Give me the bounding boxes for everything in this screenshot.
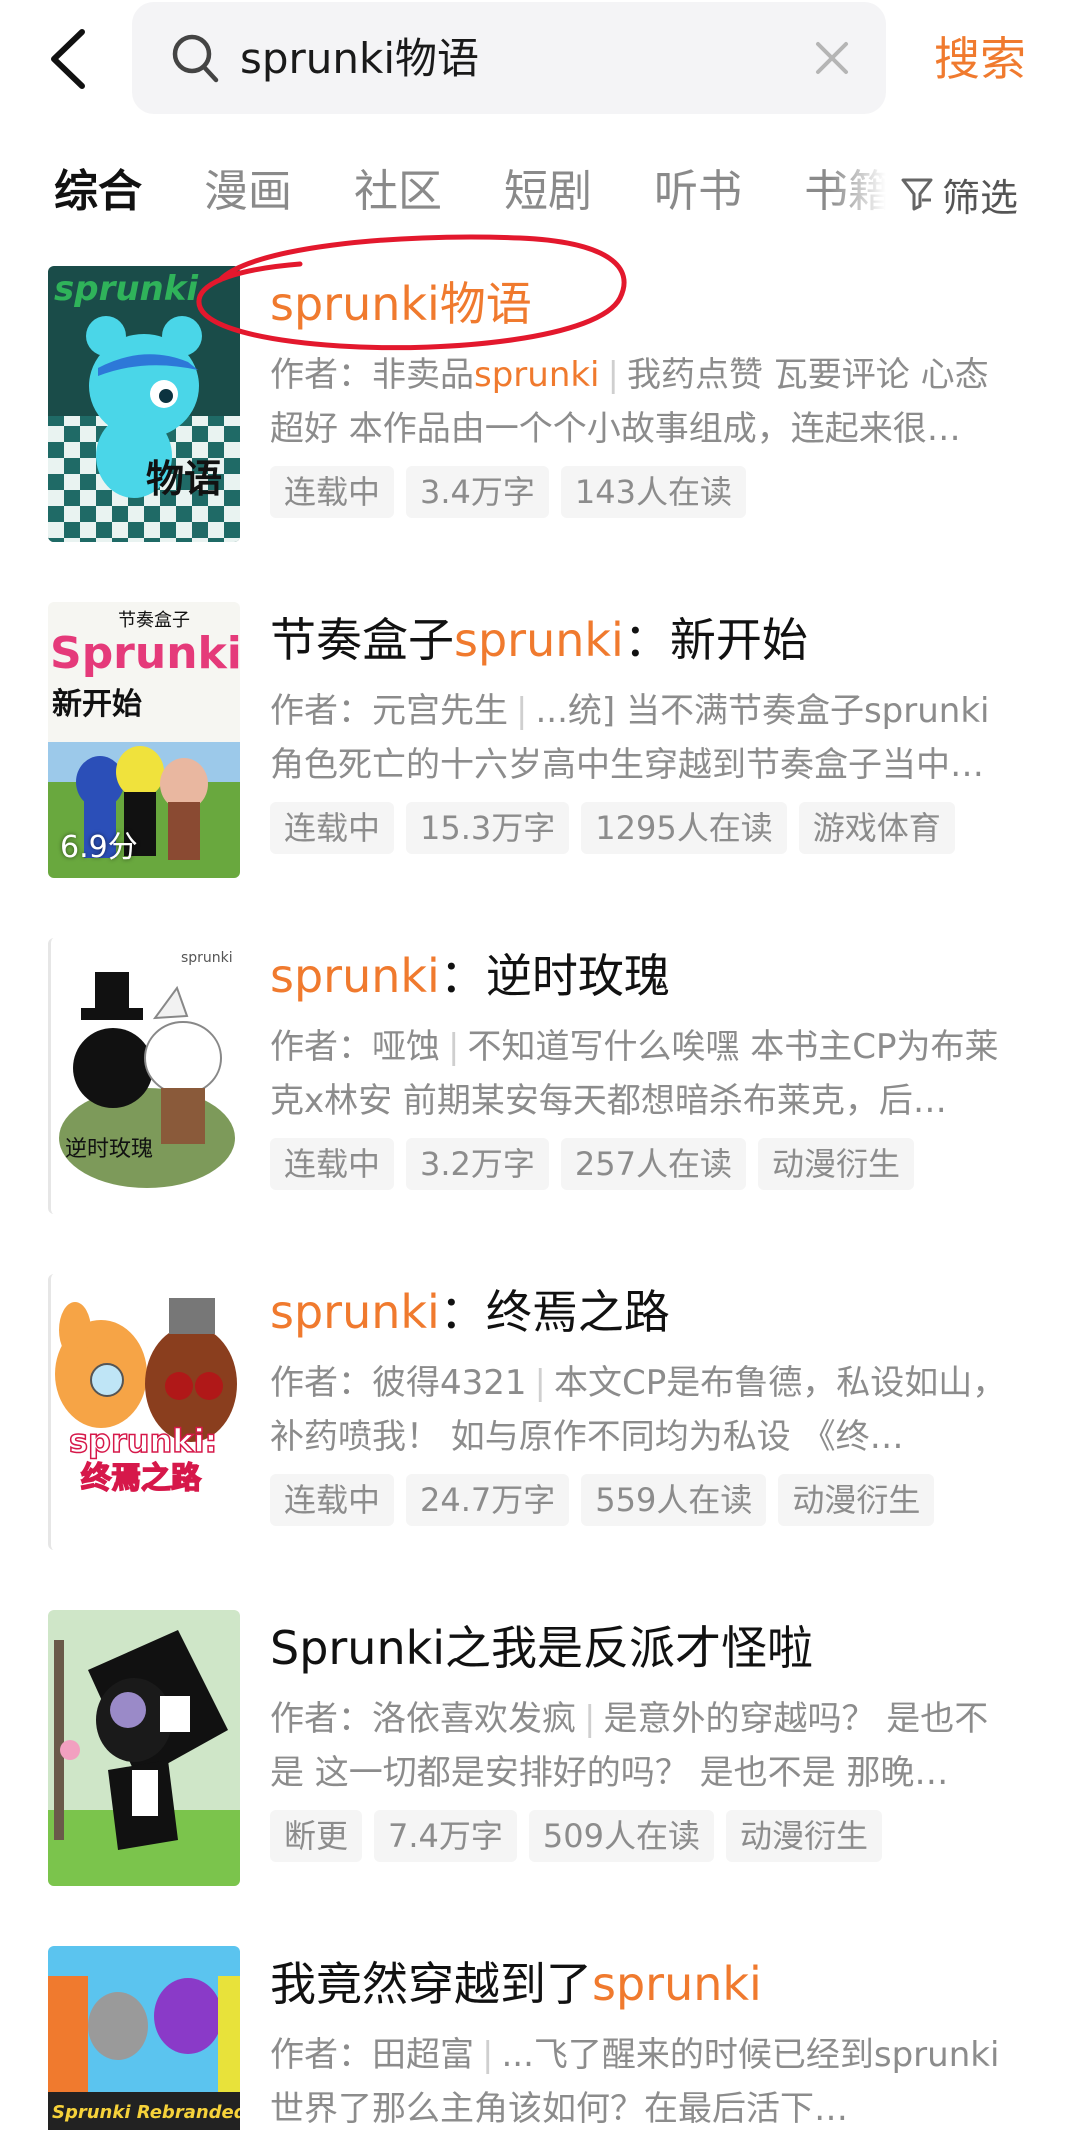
book-description: 作者：洛依喜欢发疯 | 是意外的穿越吗？ 是也不是 这一切都是安排好的吗？ 是也不是…	[270, 1692, 1020, 1800]
tag-word-count: 3.4万字	[406, 466, 549, 518]
title-keyword: sprunki	[454, 613, 624, 667]
search-box[interactable]: sprunki物语	[132, 2, 886, 114]
tag-status: 断更	[270, 1810, 363, 1862]
tag-list: 连载中 15.3万字 1295人在读 游戏体育	[270, 802, 967, 856]
cover-text: sprunki	[54, 269, 199, 309]
book-cover[interactable]: 节奏盒子 Sprunki 新开始 6.9分	[48, 602, 240, 878]
tag-status: 连载中	[270, 1138, 395, 1190]
cover-text: Sprunki	[50, 628, 240, 679]
separator: |	[516, 691, 528, 731]
book-description: 作者：彼得4321 | 本文CP是布鲁德，私设如山，补药喷我！ 如与原作不同均为私设…	[270, 1356, 1020, 1464]
back-arrow-icon[interactable]	[44, 24, 94, 94]
list-item[interactable]: sprunki 逆时玫瑰 sprunki：逆时玫瑰 作者：哑蚀 | 不知道写什么唉嘿…	[0, 938, 1079, 1228]
cover-text: sprunki:	[69, 1422, 217, 1460]
list-item[interactable]: 节奏盒子 Sprunki 新开始 6.9分 节奏盒子sprunki：新开始 作者…	[0, 602, 1079, 892]
author-label: 作者：元宫先生	[270, 691, 508, 731]
cover-text: sprunki	[181, 950, 233, 966]
title-text: 节奏盒子	[270, 613, 454, 667]
separator: |	[448, 1027, 460, 1067]
book-cover[interactable]: sprunki: 终焉之路	[48, 1274, 243, 1550]
cover-text: 终焉之路	[81, 1461, 202, 1496]
book-cover[interactable]: Sprunki Rebranded	[48, 1946, 240, 2130]
tab-fade	[830, 152, 910, 232]
title-text: Sprunki之我是反派才怪啦	[270, 1621, 814, 1675]
tag-genre: 动漫衍生	[726, 1810, 883, 1862]
title-text: ：逆时玫瑰	[439, 949, 670, 1003]
category-tabs: 综合 漫画 社区 短剧 听书 书籍 筛选	[0, 152, 1079, 232]
cover-text: 新开始	[52, 687, 142, 722]
book-score: 6.9分	[60, 830, 138, 865]
tag-list: 断更 7.4万字 509人在读 动漫衍生	[270, 1810, 894, 1864]
tab-short-drama[interactable]: 短剧	[504, 160, 592, 224]
clear-icon[interactable]	[812, 38, 852, 78]
cover-text: 物语	[146, 457, 222, 501]
search-input[interactable]: sprunki物语	[240, 24, 479, 94]
separator: |	[534, 1363, 546, 1403]
book-description: 作者：田超富 | ...飞了醒来的时候已经到sprunki世界了那么主角该如何？在最…	[270, 2028, 1020, 2136]
tag-genre: 动漫衍生	[758, 1138, 915, 1190]
author-label: 作者：哑蚀	[270, 1027, 440, 1067]
tag-status: 连载中	[270, 1474, 395, 1526]
author-label: 作者：洛依喜欢发疯	[270, 1699, 576, 1739]
tag-status: 连载中	[270, 802, 395, 854]
tab-community[interactable]: 社区	[354, 160, 442, 224]
book-description: 作者：元宫先生 | ...统] 当不满节奏盒子sprunki角色死亡的十六岁高中生穿…	[270, 684, 1020, 792]
separator: |	[482, 2035, 494, 2075]
search-icon	[172, 34, 219, 83]
title-keyword: sprunki	[270, 1285, 440, 1339]
author-label: 作者：彼得4321	[270, 1363, 527, 1403]
search-header: sprunki物语 搜索	[0, 0, 1079, 120]
list-item[interactable]: Sprunki之我是反派才怪啦 作者：洛依喜欢发疯 | 是意外的穿越吗？ 是也不是 …	[0, 1610, 1079, 1900]
author-label: 作者：非卖品	[270, 355, 474, 395]
tag-word-count: 3.2万字	[406, 1138, 549, 1190]
book-cover[interactable]: sprunki 逆时玫瑰	[48, 938, 243, 1214]
tag-word-count: 24.7万字	[406, 1474, 570, 1526]
tag-genre: 动漫衍生	[778, 1474, 935, 1526]
book-title[interactable]: 我竟然穿越到了sprunki	[270, 1954, 762, 2014]
tag-list: 连载中 3.4万字 143人在读	[270, 466, 758, 520]
tag-status: 连载中	[270, 466, 395, 518]
book-title[interactable]: Sprunki之我是反派才怪啦	[270, 1618, 813, 1678]
book-description: 作者：哑蚀 | 不知道写什么唉嘿 本书主CP为布莱克x林安 前期某安每天都想暗杀布莱…	[270, 1020, 1020, 1128]
separator: |	[607, 355, 619, 395]
title-text: 我竟然穿越到了	[270, 1957, 592, 2011]
tag-list: 连载中 24.7万字 559人在读 动漫衍生	[270, 1474, 946, 1528]
book-cover[interactable]	[48, 1610, 240, 1886]
tag-readers: 559人在读	[581, 1474, 767, 1526]
title-text: ：终焉之路	[439, 1285, 670, 1339]
list-item[interactable]: Sprunki Rebranded 我竟然穿越到了sprunki 作者：田超富 |…	[0, 1946, 1079, 2130]
list-item[interactable]: sprunki: 终焉之路 sprunki：终焉之路 作者：彼得4321 | 本文C…	[0, 1274, 1079, 1564]
tab-comics[interactable]: 漫画	[204, 160, 292, 224]
cover-text: 逆时玫瑰	[65, 1137, 153, 1162]
filter-icon	[901, 178, 933, 211]
tag-readers: 1295人在读	[581, 802, 787, 854]
book-title[interactable]: sprunki：终焉之路	[270, 1282, 670, 1342]
tag-genre: 游戏体育	[798, 802, 955, 854]
tab-audiobook[interactable]: 听书	[654, 160, 742, 224]
author-keyword: sprunki	[474, 355, 600, 395]
book-description: 作者：非卖品sprunki | 我药点赞 瓦要评论 心态超好 本作品由一个个小故事组…	[270, 348, 1020, 456]
title-keyword: sprunki	[270, 949, 440, 1003]
book-title[interactable]: 节奏盒子sprunki：新开始	[270, 610, 808, 670]
filter-button[interactable]: 筛选	[900, 162, 1018, 226]
cover-text: Sprunki Rebranded	[52, 2102, 240, 2123]
book-title[interactable]: sprunki：逆时玫瑰	[270, 946, 670, 1006]
separator: |	[584, 1699, 596, 1739]
tab-comprehensive[interactable]: 综合	[54, 160, 142, 224]
author-label: 作者：田超富	[270, 2035, 474, 2075]
search-button[interactable]: 搜索	[934, 26, 1026, 92]
filter-label: 筛选	[942, 175, 1019, 220]
title-text: ：新开始	[623, 613, 808, 667]
tag-readers: 509人在读	[528, 1810, 715, 1862]
tag-readers: 143人在读	[560, 466, 747, 518]
tag-readers: 257人在读	[560, 1138, 747, 1190]
tag-list: 连载中 3.2万字 257人在读 动漫衍生	[270, 1138, 926, 1192]
tag-word-count: 7.4万字	[374, 1810, 517, 1862]
title-keyword: sprunki	[592, 1957, 762, 2011]
annotation-circle	[196, 234, 627, 351]
tag-word-count: 15.3万字	[406, 802, 570, 854]
